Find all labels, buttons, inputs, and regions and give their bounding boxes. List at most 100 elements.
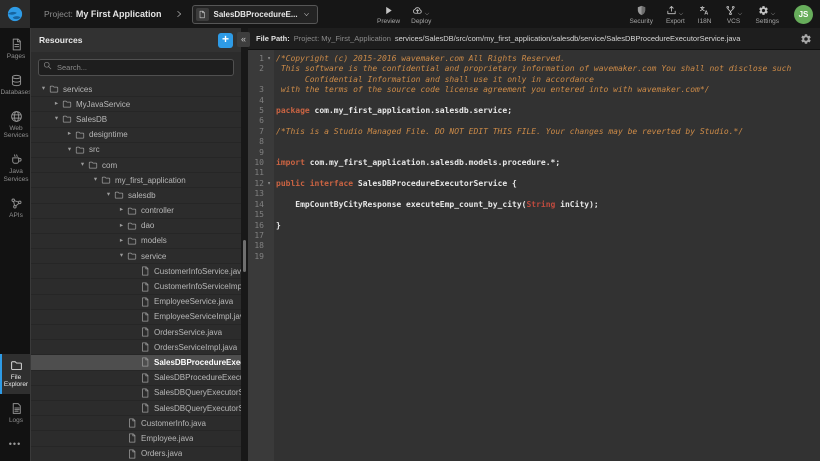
tree-item[interactable]: ▾services [31,82,241,97]
tree-item[interactable]: SalesDBQueryExecutorServiceImpl.java [31,401,241,416]
settings-button[interactable]: Settings [756,3,780,25]
tree-item[interactable]: SalesDBQueryExecutorService.java [31,386,241,401]
tree-item[interactable]: EmployeeService.java [31,295,241,310]
code-line[interactable]: 6 [248,116,820,126]
sidebar-item-web-services[interactable]: Web Services [0,105,30,146]
tree-item[interactable]: ▸models [31,234,241,249]
tree-item[interactable]: ▾src [31,143,241,158]
code-line[interactable]: 7/*This is a Studio Managed File. DO NOT… [248,127,820,137]
export-button[interactable]: Export [666,3,685,25]
code-line[interactable]: 2 This software is the confidential and … [248,64,820,85]
tree-item[interactable]: ▸controller [31,204,241,219]
code-line-text: package com.my_first_application.salesdb… [274,106,512,116]
code-line[interactable]: 18 [248,241,820,251]
tree-item[interactable]: ▾salesdb [31,188,241,203]
deploy-button[interactable]: Deploy [411,3,431,25]
code-line[interactable]: 14 EmpCountByCityResponse executeEmp_cou… [248,200,820,210]
code-line[interactable]: 8 [248,137,820,147]
fold-spacer [264,252,274,262]
caret-right-icon[interactable]: ▸ [117,207,126,214]
code-line[interactable]: 19 [248,252,820,262]
tree-item[interactable]: EmployeeServiceImpl.java [31,310,241,325]
tree-item[interactable]: ▾service [31,249,241,264]
vcs-button[interactable]: VCS [725,3,743,25]
tree-item[interactable]: ▾SalesDB [31,112,241,127]
app-logo[interactable] [0,0,30,28]
tree-item-label: Orders.java [141,449,182,458]
tree-item[interactable]: ▾com [31,158,241,173]
sidebar-item-databases[interactable]: Databases [0,69,30,102]
code-line[interactable]: 9 [248,148,820,158]
tree-item[interactable]: SalesDBProcedureExecutorServiceImpl.java [31,371,241,386]
fold-caret-icon[interactable]: ▾ [264,179,274,189]
caret-down-icon[interactable]: ▾ [65,147,74,154]
fold-spacer [264,168,274,178]
editor-settings-gear-icon[interactable] [800,33,812,45]
sidebar-item-apis[interactable]: APIs [0,192,30,225]
tree-item[interactable]: Orders.java [31,447,241,461]
tree-item[interactable]: CustomerInfo.java [31,416,241,431]
sidebar-item-logs[interactable]: Logs [0,397,30,430]
code-line-text: This software is the confidential and pr… [274,64,791,85]
caret-right-icon[interactable]: ▸ [52,101,61,108]
preview-button[interactable]: Preview [377,3,400,25]
folder-icon [75,145,85,155]
user-avatar[interactable]: JS [794,5,813,24]
file-icon [140,312,150,322]
code-line[interactable]: 5package com.my_first_application.salesd… [248,106,820,116]
tree-item[interactable]: OrdersService.java [31,325,241,340]
sidebar-item-file-explorer[interactable]: File Explorer [0,354,30,395]
search-input[interactable] [38,59,234,76]
globe-icon [10,110,23,123]
code-line[interactable]: 11 [248,168,820,178]
code-line[interactable]: 1▾/*Copyright (c) 2015-2016 wavemaker.co… [248,54,820,64]
folder-icon [114,190,124,200]
preview-label: Preview [377,18,400,25]
tree-item[interactable]: Employee.java [31,431,241,446]
tree-item[interactable]: ▸MyJavaService [31,97,241,112]
sidebar-item-pages[interactable]: Pages [0,33,30,66]
line-number: 17 [248,231,264,241]
folder-icon [88,160,98,170]
caret-down-icon[interactable]: ▾ [91,177,100,184]
open-file-tab[interactable]: SalesDBProcedureE... [192,5,318,24]
fold-caret-icon[interactable]: ▾ [264,54,274,64]
tree-item[interactable]: ▾my_first_application [31,173,241,188]
tree-item[interactable]: ▸designtime [31,128,241,143]
tree-item[interactable]: SalesDBProcedureExecutorService.java [31,355,241,370]
caret-down-icon[interactable]: ▾ [117,253,126,260]
fold-spacer [264,241,274,251]
collapse-panel-button[interactable]: « [237,32,250,47]
security-button[interactable]: Security [629,3,652,25]
caret-down-icon[interactable]: ▾ [39,86,48,93]
tree-item[interactable]: OrdersServiceImpl.java [31,340,241,355]
code-line[interactable]: 4 [248,96,820,106]
line-number: 2 [248,64,264,74]
tree-item[interactable]: CustomerInfoService.java [31,264,241,279]
code-line[interactable]: 15 [248,210,820,220]
i18n-button[interactable]: A I18N [698,3,712,25]
folder-icon [127,236,137,246]
add-resource-button[interactable]: + [218,33,233,48]
caret-right-icon[interactable]: ▸ [65,131,74,138]
code-line[interactable]: 10import com.my_first_application.salesd… [248,158,820,168]
sidebar-item-java-services[interactable]: Java Services [0,148,30,189]
tree-item[interactable]: CustomerInfoServiceImpl.java [31,279,241,294]
code-line[interactable]: 3 with the terms of the source code lice… [248,85,820,95]
caret-down-icon[interactable]: ▾ [104,192,113,199]
caret-down-icon[interactable]: ▾ [52,116,61,123]
line-number: 1 [248,54,264,64]
fold-spacer [264,210,274,220]
code-line[interactable]: 16} [248,221,820,231]
code-line[interactable]: 13 [248,189,820,199]
caret-down-icon[interactable]: ▾ [78,162,87,169]
file-tab-label: SalesDBProcedureE... [214,10,298,19]
code-line[interactable]: 12▾public interface SalesDBProcedureExec… [248,179,820,189]
code-editor[interactable]: 1▾/*Copyright (c) 2015-2016 wavemaker.co… [248,50,820,461]
sidebar-item-more[interactable]: ••• [0,433,30,461]
tree-scrollbar-thumb[interactable] [243,240,246,272]
tree-item[interactable]: ▸dao [31,219,241,234]
code-line[interactable]: 17 [248,231,820,241]
caret-right-icon[interactable]: ▸ [117,223,126,230]
caret-right-icon[interactable]: ▸ [117,238,126,245]
